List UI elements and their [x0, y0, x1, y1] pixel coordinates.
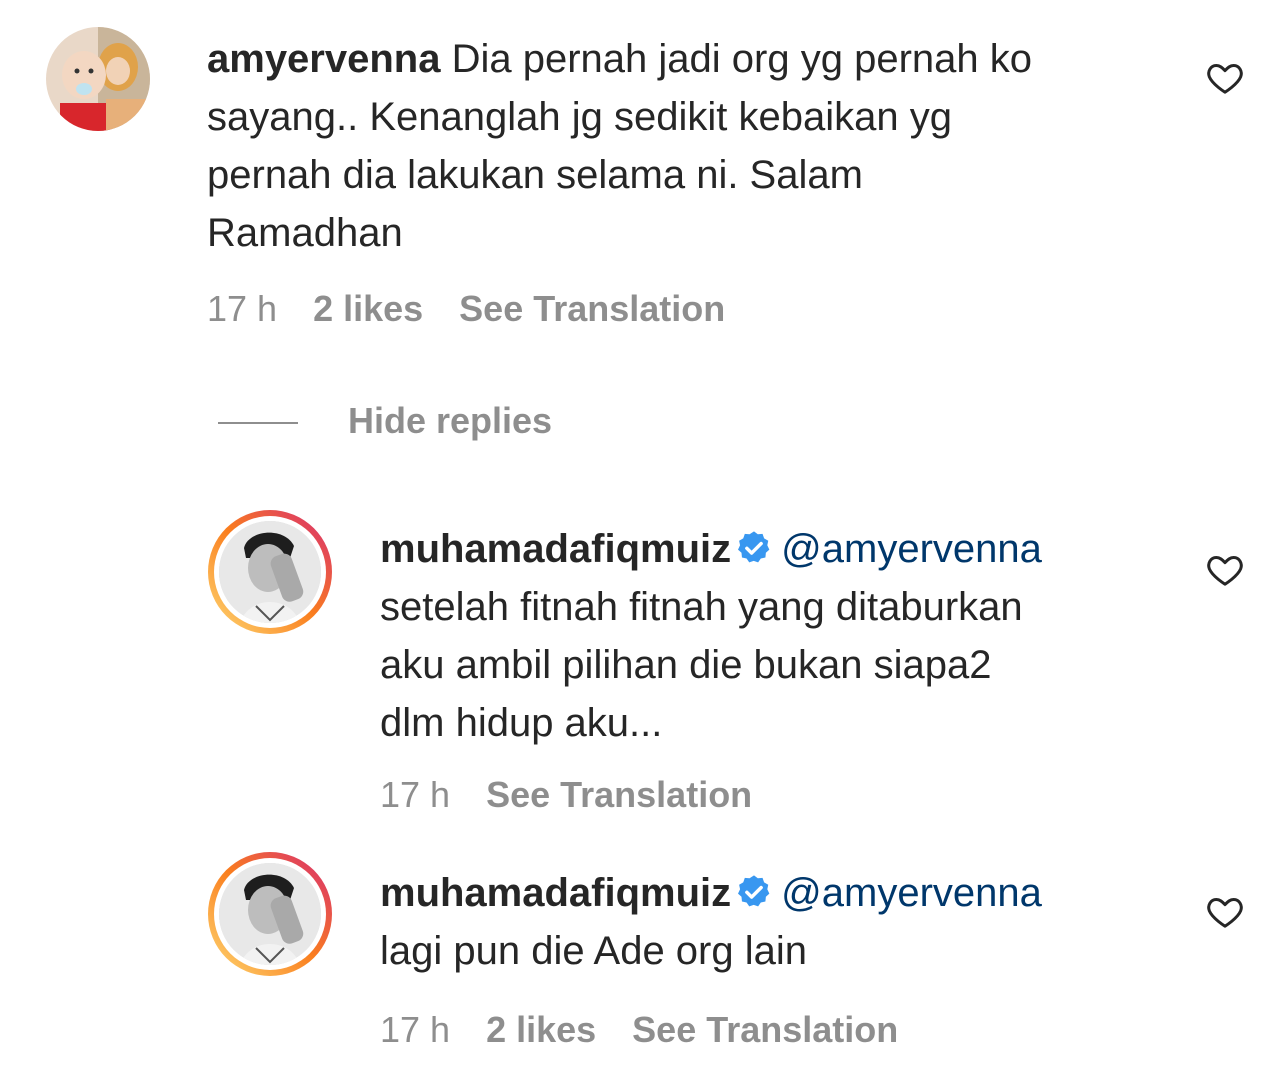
reply-timestamp: 17 h — [380, 774, 451, 815]
reply-meta: 17 h See Translation — [380, 774, 788, 816]
reply-meta: 17 h 2 likes See Translation — [380, 1009, 934, 1051]
profile-photo-man-bw-icon — [208, 510, 332, 634]
comment-text-line: Dia pernah jadi org yg pernah ko — [451, 37, 1032, 81]
reply-timestamp: 17 h — [380, 1009, 451, 1050]
verified-badge-icon — [738, 875, 770, 907]
hide-replies-button[interactable]: Hide replies — [348, 400, 552, 442]
see-translation-button[interactable]: See Translation — [632, 1009, 898, 1051]
reply-username[interactable]: muhamadafiqmuiz — [380, 871, 731, 915]
comment-text-line: pernah dia lakukan selama ni. Salam — [207, 153, 863, 197]
reply-mention-link[interactable]: @amyervenna — [781, 527, 1042, 571]
reply-text-line: setelah fitnah fitnah yang ditaburkan — [380, 585, 1023, 629]
comment-timestamp: 17 h — [207, 288, 278, 329]
comment-username[interactable]: amyervenna — [207, 37, 440, 81]
comment-text-block: amyervenna Dia pernah jadi org yg pernah… — [207, 30, 1187, 262]
comment-meta: 17 h 2 likes See Translation — [207, 288, 761, 330]
comment-text-line: sayang.. Kenanglah jg sedikit kebaikan y… — [207, 95, 952, 139]
reply-mention-link[interactable]: @amyervenna — [781, 871, 1042, 915]
verified-badge-icon — [738, 531, 770, 563]
like-heart-icon[interactable] — [1205, 892, 1245, 932]
reply-text-block: muhamadafiqmuiz @amyervenna lagi pun die … — [380, 864, 1180, 980]
like-heart-icon[interactable] — [1205, 550, 1245, 590]
profile-photo-man-bw-icon — [208, 852, 332, 976]
reply-text-line: dlm hidup aku... — [380, 701, 663, 745]
see-translation-button[interactable]: See Translation — [486, 774, 752, 816]
likes-count-button[interactable]: 2 likes — [313, 288, 423, 330]
reply-text-line: lagi pun die Ade org lain — [380, 929, 807, 973]
reply-username[interactable]: muhamadafiqmuiz — [380, 527, 731, 571]
hide-replies-divider — [218, 422, 298, 424]
likes-count-button[interactable]: 2 likes — [486, 1009, 596, 1051]
reply-text-line: aku ambil pilihan die bukan siapa2 — [380, 643, 992, 687]
avatar-muhamadafiqmuiz[interactable] — [206, 508, 334, 636]
profile-photo-mother-child-icon — [46, 27, 150, 131]
like-heart-icon[interactable] — [1205, 58, 1245, 98]
comment-text-line: Ramadhan — [207, 211, 403, 255]
see-translation-button[interactable]: See Translation — [459, 288, 725, 330]
reply-text-block: muhamadafiqmuiz @amyervenna setelah fitna… — [380, 520, 1180, 752]
avatar-muhamadafiqmuiz[interactable] — [206, 850, 334, 978]
avatar-amyervenna[interactable] — [46, 27, 150, 131]
